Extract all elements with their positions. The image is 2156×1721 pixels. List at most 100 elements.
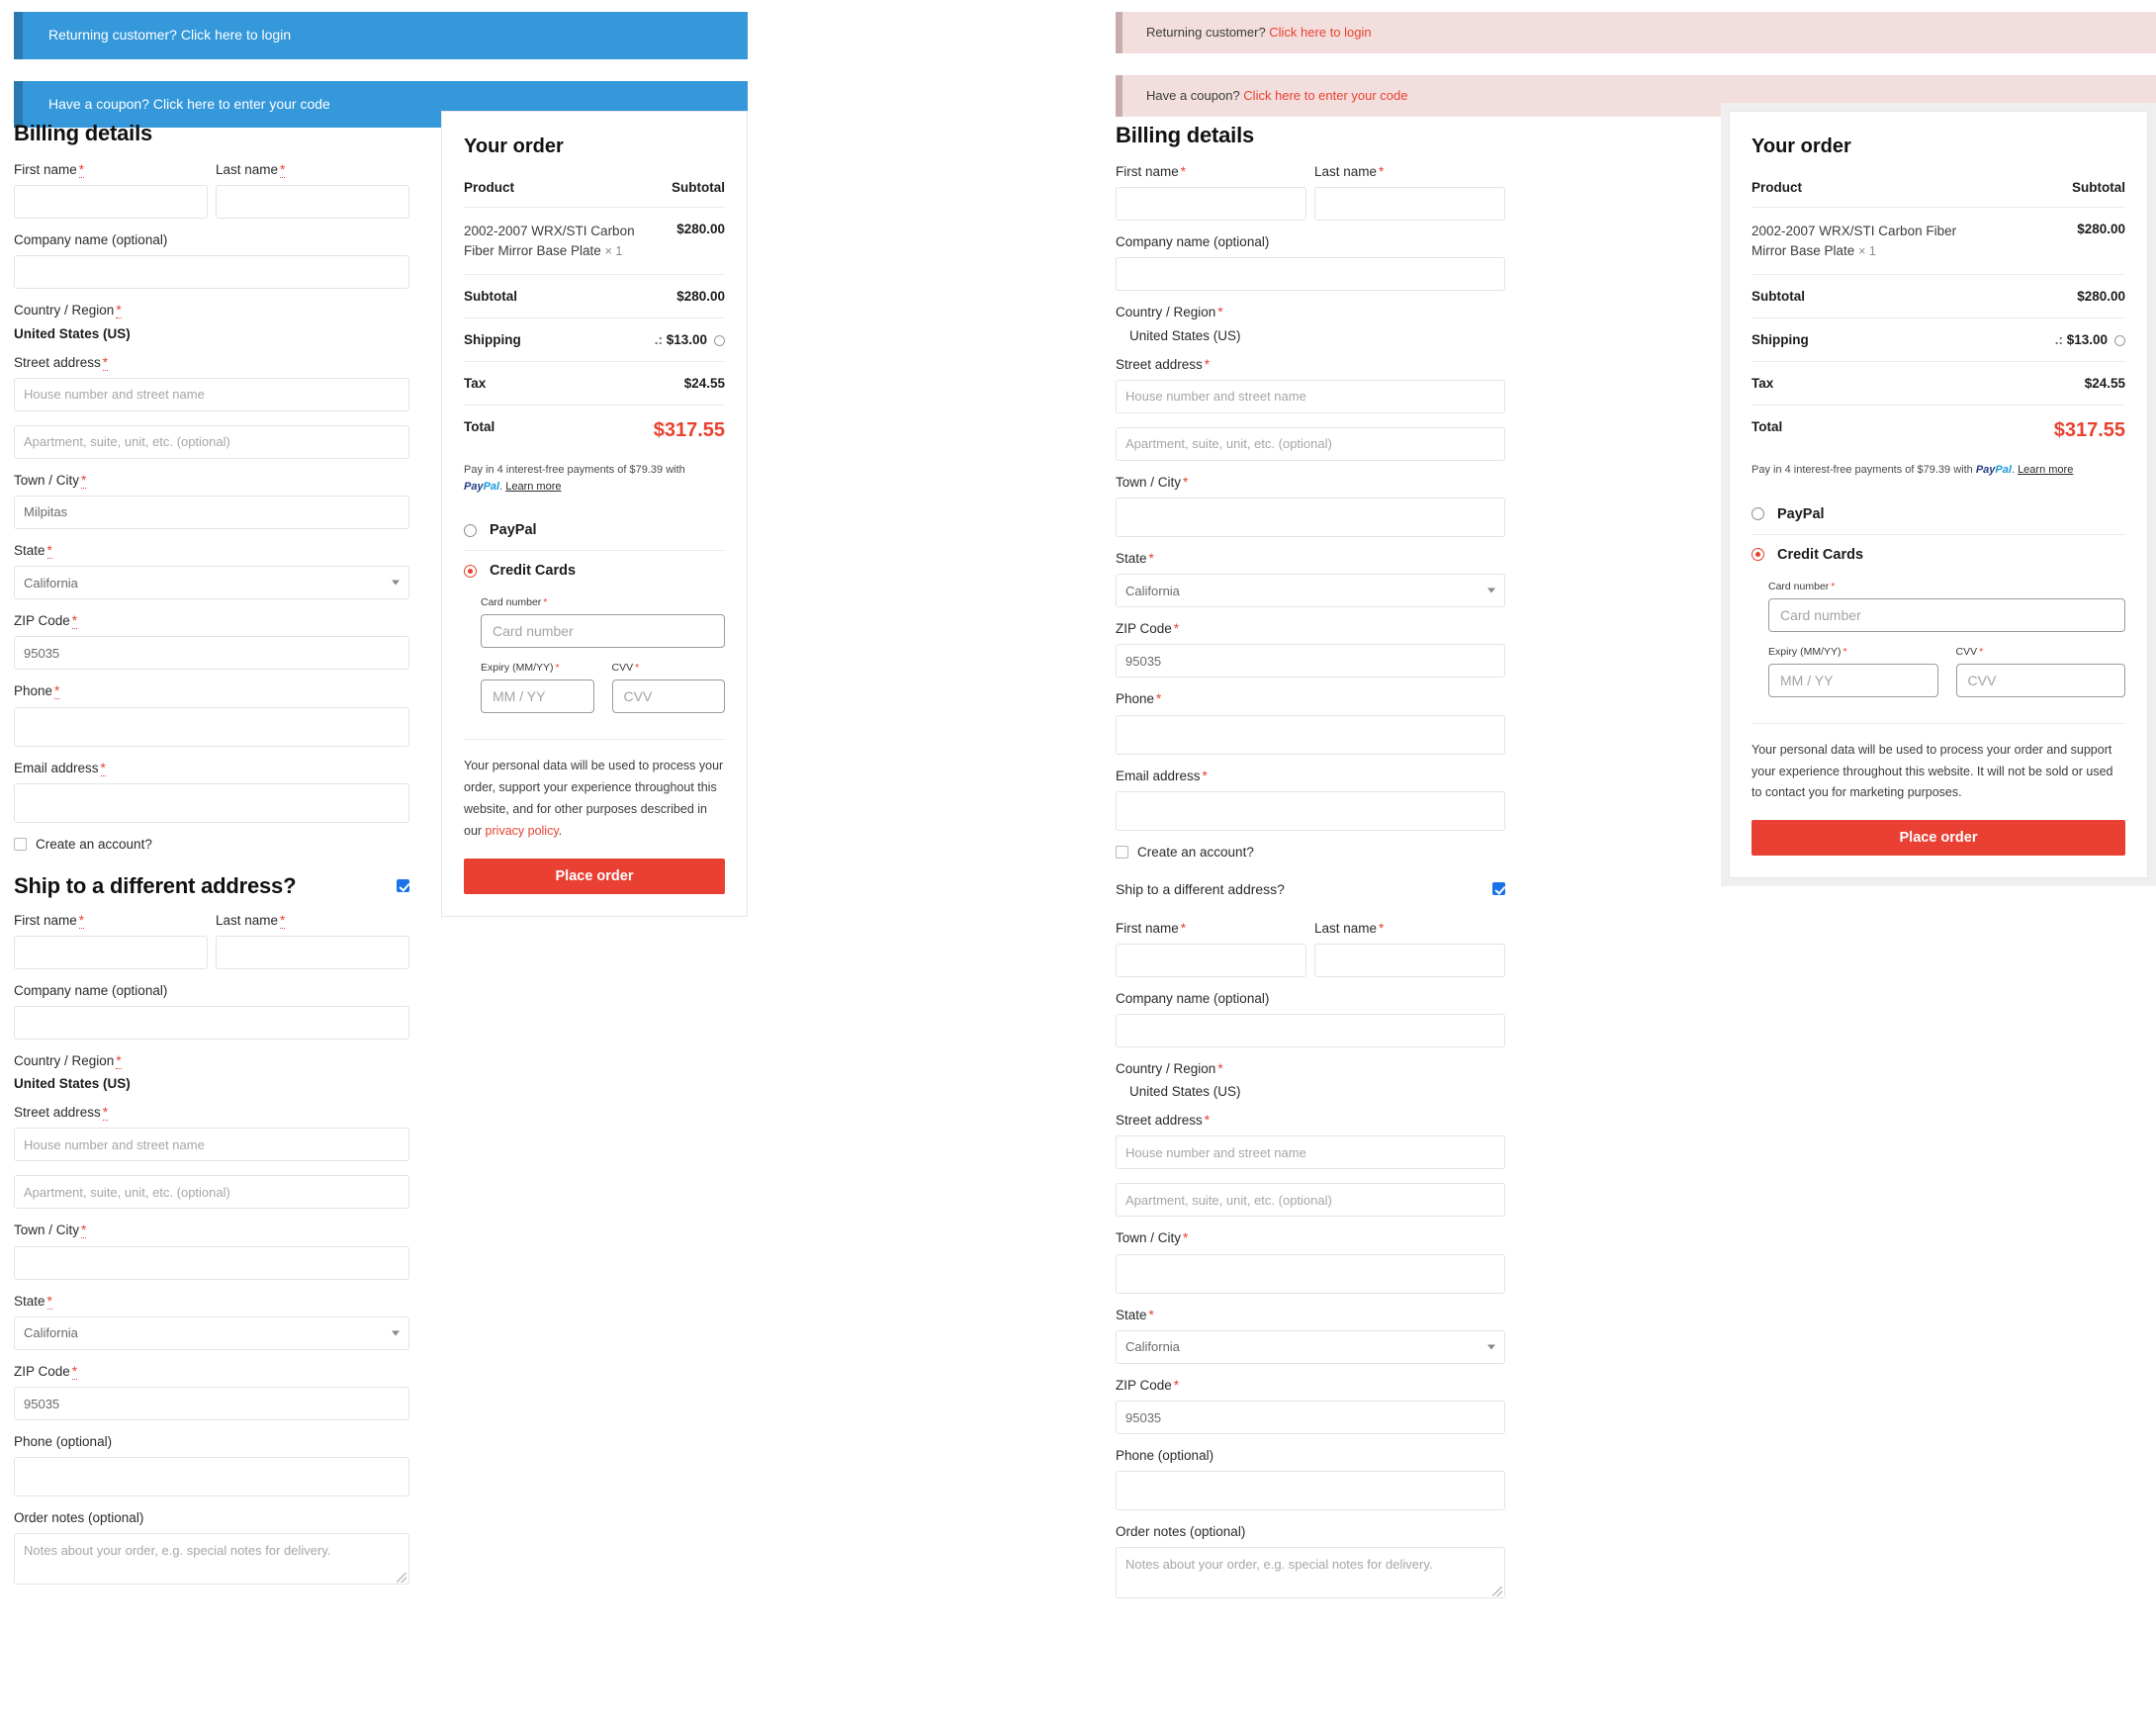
order-item-cell: 2002-2007 WRX/STI Carbon Fiber Mirror Ba… bbox=[1752, 206, 1984, 275]
place-order-button[interactable]: Place order bbox=[1752, 820, 2125, 857]
order-notes-textarea[interactable]: Notes about your order, e.g. special not… bbox=[14, 1533, 409, 1585]
ship-phone-input[interactable] bbox=[1116, 1471, 1505, 1511]
paypal-radio-icon[interactable] bbox=[464, 523, 477, 537]
ship-street-input[interactable]: House number and street name bbox=[14, 1128, 409, 1162]
ship-different-address-checkbox[interactable] bbox=[1492, 882, 1505, 896]
company-label: Company name (optional) bbox=[1116, 234, 1270, 250]
ship-field-apartment: Apartment, suite, unit, etc. (optional) bbox=[14, 1175, 409, 1210]
credit-cards-radio-icon[interactable] bbox=[464, 564, 477, 578]
ship-company-input[interactable] bbox=[1116, 1014, 1505, 1048]
zip-input[interactable]: 95035 bbox=[14, 636, 409, 671]
ship-city-input[interactable] bbox=[14, 1245, 409, 1280]
payment-methods: PayPal Credit Cards Card number * Card nu… bbox=[1752, 495, 2125, 709]
email-input[interactable] bbox=[14, 782, 409, 823]
ship-first-name-input[interactable] bbox=[14, 935, 208, 969]
last-name-label: Last name * bbox=[1314, 164, 1385, 179]
ship-last-name-input[interactable] bbox=[216, 935, 409, 969]
order-line-item: 2002-2007 WRX/STI Carbon Fiber Mirror Ba… bbox=[1752, 206, 2125, 275]
field-country: Country / Region * United States (US) bbox=[1116, 305, 1505, 342]
ship-apartment-input[interactable]: Apartment, suite, unit, etc. (optional) bbox=[14, 1175, 409, 1210]
order-subtotal-row: Subtotal $280.00 bbox=[464, 274, 725, 318]
phone-input[interactable] bbox=[14, 706, 409, 747]
shipping-heading: Ship to a different address? bbox=[14, 872, 297, 898]
apartment-input[interactable]: Apartment, suite, unit, etc. (optional) bbox=[1116, 426, 1505, 461]
expiry-input[interactable]: MM / YY bbox=[481, 679, 594, 714]
ship-zip-input[interactable]: 95035 bbox=[1116, 1401, 1505, 1434]
payment-option-paypal[interactable]: PayPal bbox=[1752, 495, 2125, 534]
field-street: Street address * House number and street … bbox=[14, 354, 409, 411]
ship-phone-input[interactable] bbox=[14, 1457, 409, 1497]
paypal-installment-note: Pay in 4 interest-free payments of $79.3… bbox=[1752, 464, 2074, 477]
city-input[interactable] bbox=[1116, 497, 1505, 537]
ship-zip-input[interactable]: 95035 bbox=[14, 1387, 409, 1420]
city-label: Town / City * bbox=[1116, 474, 1189, 490]
login-link[interactable]: Click here to login bbox=[181, 27, 291, 43]
last-name-input[interactable] bbox=[1314, 187, 1505, 222]
shipping-method-radio[interactable] bbox=[714, 335, 725, 347]
payment-option-credit-cards[interactable]: Credit Cards bbox=[1752, 533, 2125, 575]
ship-different-address-checkbox[interactable] bbox=[397, 879, 409, 893]
street-address-input[interactable]: House number and street name bbox=[1116, 379, 1505, 413]
company-input[interactable] bbox=[1116, 257, 1505, 292]
ship-state-select[interactable]: California bbox=[14, 1315, 409, 1350]
create-account-row[interactable]: Create an account? bbox=[1116, 845, 1505, 860]
state-select[interactable]: California bbox=[1116, 574, 1505, 608]
paypal-installment-note: Pay in 4 interest-free payments of $79.3… bbox=[464, 464, 685, 493]
resize-grip-icon[interactable] bbox=[1492, 1586, 1502, 1597]
ship-field-city: Town / City * bbox=[14, 1223, 409, 1280]
field-order-notes: Order notes (optional) Notes about your … bbox=[14, 1510, 409, 1585]
field-order-notes: Order notes (optional) Notes about your … bbox=[1116, 1524, 1505, 1599]
cvv-group: CVV * CVV bbox=[611, 662, 725, 714]
first-name-input[interactable] bbox=[14, 185, 208, 220]
company-input[interactable] bbox=[14, 255, 409, 290]
checkout-comparison-page: Returning customer? Click here to login … bbox=[0, 0, 2156, 1721]
col-product-header: Product bbox=[1752, 180, 1803, 195]
shipping-toggle-row[interactable]: Ship to a different address? bbox=[1116, 881, 1505, 897]
create-account-row[interactable]: Create an account? bbox=[14, 837, 409, 852]
create-account-checkbox[interactable] bbox=[14, 837, 27, 851]
expiry-input[interactable]: MM / YY bbox=[1768, 663, 1938, 697]
cvv-input[interactable]: CVV bbox=[1955, 663, 2125, 697]
card-number-input[interactable]: Card number bbox=[481, 614, 725, 649]
order-total-row: Total $317.55 bbox=[1752, 405, 2125, 457]
order-tax-row: Tax $24.55 bbox=[464, 361, 725, 406]
coupon-link[interactable]: Click here to enter your code bbox=[1243, 88, 1407, 103]
privacy-policy-link[interactable]: privacy policy bbox=[486, 824, 559, 838]
order-notes-textarea[interactable]: Notes about your order, e.g. special not… bbox=[1116, 1547, 1505, 1599]
shipping-method-radio[interactable] bbox=[2114, 335, 2125, 347]
credit-cards-radio-icon[interactable] bbox=[1752, 548, 1764, 562]
ship-city-input[interactable] bbox=[1116, 1253, 1505, 1294]
zip-label: ZIP Code * bbox=[1116, 621, 1180, 637]
paypal-learn-more-link[interactable]: Learn more bbox=[505, 481, 561, 493]
payment-option-paypal[interactable]: PayPal bbox=[464, 510, 725, 550]
ship-state-select[interactable]: California bbox=[1116, 1329, 1505, 1364]
city-input[interactable]: Milpitas bbox=[14, 495, 409, 529]
resize-grip-icon[interactable] bbox=[397, 1573, 406, 1584]
email-input[interactable] bbox=[1116, 790, 1505, 831]
paypal-radio-icon[interactable] bbox=[1752, 507, 1764, 521]
cvv-input[interactable]: CVV bbox=[611, 679, 725, 714]
payment-option-credit-cards[interactable]: Credit Cards bbox=[464, 550, 725, 590]
street-address-input[interactable]: House number and street name bbox=[14, 377, 409, 411]
state-select[interactable]: California bbox=[14, 566, 409, 600]
ship-street-input[interactable]: House number and street name bbox=[1116, 1135, 1505, 1170]
ship-first-name-input[interactable] bbox=[1116, 943, 1306, 977]
field-last-name: Last name * bbox=[1314, 164, 1505, 222]
create-account-checkbox[interactable] bbox=[1116, 845, 1128, 859]
order-tax-label: Tax bbox=[464, 361, 654, 406]
ship-last-name-input[interactable] bbox=[1314, 943, 1505, 977]
paypal-learn-more-link[interactable]: Learn more bbox=[2018, 464, 2073, 476]
login-notice[interactable]: Returning customer? Click here to login bbox=[14, 12, 748, 59]
ship-company-input[interactable] bbox=[14, 1006, 409, 1041]
country-label: Country / Region * bbox=[1116, 305, 1223, 320]
ship-apartment-input[interactable]: Apartment, suite, unit, etc. (optional) bbox=[1116, 1183, 1505, 1218]
place-order-button[interactable]: Place order bbox=[464, 858, 725, 894]
card-number-input[interactable]: Card number bbox=[1768, 597, 2125, 632]
login-link[interactable]: Click here to login bbox=[1269, 25, 1371, 40]
phone-input[interactable] bbox=[1116, 714, 1505, 755]
last-name-input[interactable] bbox=[216, 185, 409, 220]
first-name-input[interactable] bbox=[1116, 187, 1306, 222]
login-notice[interactable]: Returning customer? Click here to login bbox=[1116, 12, 2156, 54]
zip-input[interactable]: 95035 bbox=[1116, 644, 1505, 679]
apartment-input[interactable]: Apartment, suite, unit, etc. (optional) bbox=[14, 424, 409, 459]
